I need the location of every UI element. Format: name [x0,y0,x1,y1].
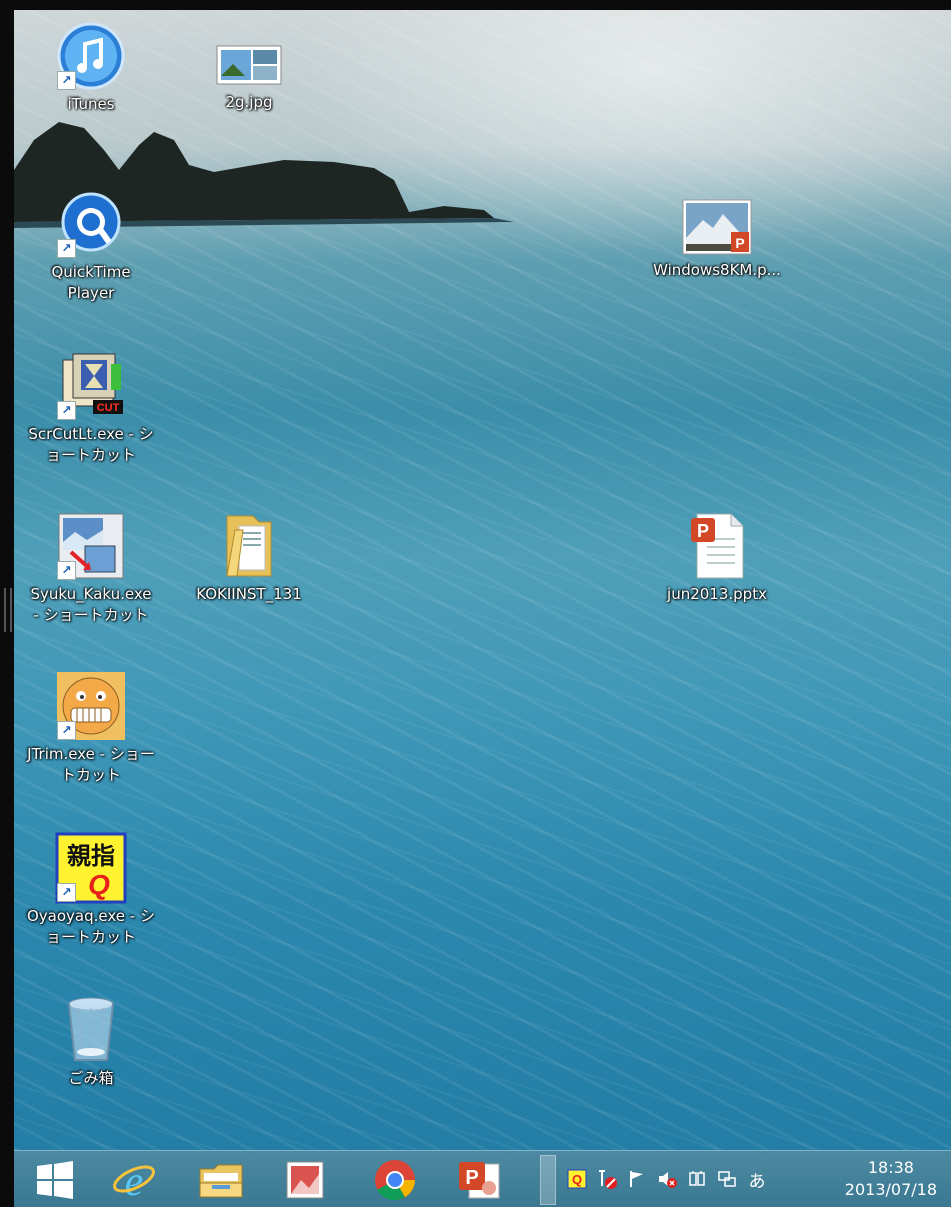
shortcut-arrow-icon: ↗ [57,401,76,420]
desktop-icon-label: iTunes [67,95,115,113]
clock-time: 18:38 [867,1158,914,1177]
taskbar-powerpoint-button[interactable]: P [450,1155,508,1205]
desktop-icon-label: QuickTime Player [51,263,131,302]
desktop-icon-label: JTrim.exe - ショー トカット [27,745,155,784]
oyaoyaq-icon: 親指 Q ↗ [55,832,127,904]
desktop-icon-jtrim[interactable]: ↗ JTrim.exe - ショー トカット [16,670,166,786]
desktop-icon-jun2013-pptx[interactable]: P jun2013.pptx [642,510,792,605]
tray-oyaoyaq-icon[interactable]: Q [562,1164,592,1194]
desktop-icon-label: Windows8KM.p... [653,261,781,279]
chrome-icon [375,1160,415,1201]
system-tray: Q あ [562,1159,772,1199]
shortcut-arrow-icon: ↗ [57,883,76,902]
shortcut-arrow-icon: ↗ [57,239,76,258]
desktop-icon-recycle-bin[interactable]: ごみ箱 [16,994,166,1089]
pptx-file-icon: P [681,510,753,582]
desktop-background[interactable]: ↗ iTunes 2g.jpg ↗ QuickTime Player P Win… [14,10,951,1150]
tray-volume-muted-icon[interactable] [652,1164,682,1194]
svg-text:P: P [735,235,744,251]
image-file-icon [213,38,285,90]
svg-text:e: e [125,1159,144,1203]
itunes-icon: ↗ [55,20,127,92]
shortcut-arrow-icon: ↗ [57,71,76,90]
quicktime-icon: ↗ [55,188,127,260]
svg-text:P: P [697,521,709,541]
tray-action-center-flag-icon[interactable] [622,1164,652,1194]
desktop-icon-oyaoyaq[interactable]: 親指 Q ↗ Oyaoyaq.exe - シ ョートカット [16,832,166,948]
desktop-icon-label: Syuku_Kaku.exe - ショートカット [30,585,152,624]
picture-app-icon [286,1161,324,1199]
taskbar-ie-button[interactable]: e [106,1155,164,1205]
svg-text:親指: 親指 [67,842,115,870]
taskbar-picture-app-button[interactable] [276,1155,334,1205]
syukukaku-icon: ↗ [55,510,127,582]
file-explorer-icon [199,1164,243,1198]
desktop-icon-2g-jpg[interactable]: 2g.jpg [174,38,324,113]
side-resize-handle[interactable] [4,588,12,632]
tray-network-blocked-icon[interactable] [592,1164,622,1194]
tray-network-icon[interactable] [712,1164,742,1194]
desktop-icon-itunes[interactable]: ↗ iTunes [16,20,166,115]
folder-icon [213,510,285,582]
svg-text:P: P [465,1167,478,1189]
start-button[interactable] [26,1155,84,1205]
desktop-icon-label: KOKIINST_131 [196,585,302,603]
taskbar-clock[interactable]: 18:38 2013/07/18 [845,1157,937,1201]
powerpoint-picture-icon: P [681,198,753,258]
scrcut-icon: CUT ↗ [55,350,127,422]
powerpoint-icon: P [459,1162,500,1199]
svg-text:Q: Q [572,1172,582,1187]
desktop-icon-syuku-kaku[interactable]: ↗ Syuku_Kaku.exe - ショートカット [16,510,166,626]
desktop-icon-kokiinst[interactable]: KOKIINST_131 [174,510,324,605]
recycle-bin-icon [55,994,127,1066]
tray-ime-indicator[interactable]: あ [742,1164,772,1194]
ie-icon: e [113,1159,155,1203]
clock-date: 2013/07/18 [844,1180,937,1199]
desktop-icon-quicktime[interactable]: ↗ QuickTime Player [16,188,166,304]
jtrim-icon: ↗ [55,670,127,742]
desktop-icon-windows8km[interactable]: P Windows8KM.p... [642,198,792,281]
desktop-icon-scrcutlt[interactable]: CUT ↗ ScrCutLt.exe - シ ョートカット [16,350,166,466]
desktop-icon-label: Oyaoyaq.exe - シ ョートカット [27,907,155,946]
svg-text:Q: Q [88,869,110,900]
shortcut-arrow-icon: ↗ [57,721,76,740]
desktop-icon-label: jun2013.pptx [667,585,767,603]
taskbar-file-explorer-button[interactable] [192,1155,250,1205]
taskbar: e P Q あ 18:38 2013/07/18 [14,1150,951,1207]
desktop-icon-label: ScrCutLt.exe - シ ョートカット [28,425,154,464]
taskbar-chrome-button[interactable] [366,1155,424,1205]
shortcut-arrow-icon: ↗ [57,561,76,580]
taskbar-overflow-scroll[interactable] [540,1155,556,1205]
windows-logo-icon [37,1161,73,1199]
desktop-icon-label: 2g.jpg [225,93,273,111]
svg-text:CUT: CUT [97,402,120,414]
desktop-icon-label: ごみ箱 [68,1069,114,1087]
tray-power-icon[interactable] [682,1164,712,1194]
